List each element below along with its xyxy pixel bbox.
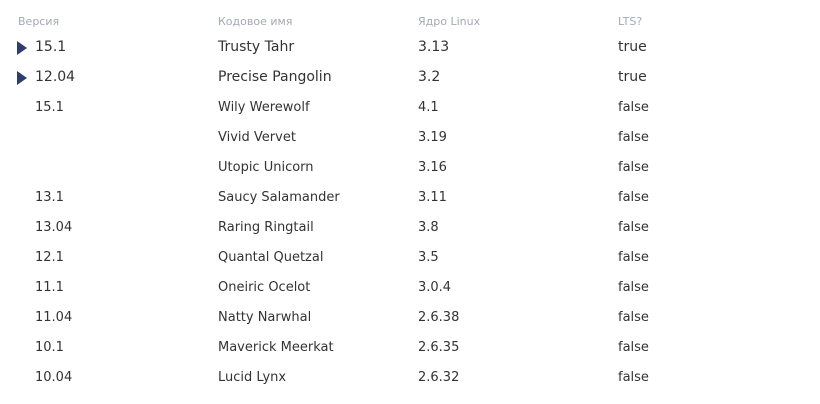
cell-lts: false <box>618 220 649 235</box>
table-row[interactable]: 10.1 Maverick Meerkat 2.6.35 false <box>0 333 820 363</box>
table-row[interactable]: 11.1 Oneiric Ocelot 3.0.4 false <box>0 273 820 303</box>
cell-kernel: 2.6.38 <box>418 310 460 325</box>
cell-version: 12.04 <box>35 69 76 85</box>
header-lts[interactable]: LTS? <box>618 15 642 29</box>
cell-codename: Utopic Unicorn <box>218 160 314 175</box>
cell-version: 11.04 <box>35 310 73 325</box>
cell-version: 10.04 <box>35 370 73 385</box>
cell-version: 10.1 <box>35 340 64 355</box>
table-row[interactable]: 12.1 Quantal Quetzal 3.5 false <box>0 243 820 273</box>
cell-codename: Vivid Vervet <box>218 130 296 145</box>
cell-codename: Wily Werewolf <box>218 100 310 115</box>
cell-kernel: 3.8 <box>418 220 439 235</box>
cell-lts: true <box>618 69 647 85</box>
header-version[interactable]: Версия <box>18 15 59 29</box>
cell-codename: Maverick Meerkat <box>218 340 334 355</box>
cell-lts: false <box>618 100 649 115</box>
cell-kernel: 3.0.4 <box>418 280 452 295</box>
table-row[interactable]: 12.04 Precise Pangolin 3.2 true <box>0 63 820 93</box>
table-body: 15.1 Trusty Tahr 3.13 true 12.04 Precise Pang… <box>0 33 820 393</box>
cell-codename: Precise Pangolin <box>218 69 332 85</box>
header-codename[interactable]: Кодовое имя <box>218 15 292 29</box>
cell-kernel: 3.19 <box>418 130 447 145</box>
table-row[interactable]: 15.1 Trusty Tahr 3.13 true <box>0 33 820 63</box>
cell-kernel: 3.16 <box>418 160 447 175</box>
cell-kernel: 2.6.35 <box>418 340 460 355</box>
cell-kernel: 3.11 <box>418 190 447 205</box>
cell-lts: false <box>618 190 649 205</box>
cell-codename: Natty Narwhal <box>218 310 312 325</box>
cell-codename: Lucid Lynx <box>218 370 287 385</box>
expand-arrow-icon[interactable] <box>17 71 27 85</box>
table-row[interactable]: 10.04 Lucid Lynx 2.6.32 false <box>0 363 820 393</box>
cell-version: 15.1 <box>35 39 67 55</box>
cell-kernel: 3.13 <box>418 39 450 55</box>
cell-lts: true <box>618 39 647 55</box>
cell-kernel: 4.1 <box>418 100 439 115</box>
cell-version: 15.1 <box>35 100 64 115</box>
cell-version: 12.1 <box>35 250 64 265</box>
cell-version: 13.04 <box>35 220 73 235</box>
cell-codename: Quantal Quetzal <box>218 250 324 265</box>
cell-codename: Oneiric Ocelot <box>218 280 311 295</box>
cell-codename: Trusty Tahr <box>218 39 295 55</box>
cell-version: 13.1 <box>35 190 64 205</box>
header-kernel[interactable]: Ядро Linux <box>418 15 480 29</box>
cell-lts: false <box>618 340 649 355</box>
cell-codename: Saucy Salamander <box>218 190 340 205</box>
ubuntu-releases-table: Версия Кодовое имя Ядро Linux LTS? 15.1 T… <box>0 0 820 404</box>
cell-kernel: 3.2 <box>418 69 441 85</box>
cell-kernel: 3.5 <box>418 250 439 265</box>
table-row[interactable]: Utopic Unicorn 3.16 false <box>0 153 820 183</box>
cell-lts: false <box>618 130 649 145</box>
cell-version: 11.1 <box>35 280 64 295</box>
table-row[interactable]: 13.04 Raring Ringtail 3.8 false <box>0 213 820 243</box>
table-row[interactable]: 11.04 Natty Narwhal 2.6.38 false <box>0 303 820 333</box>
cell-lts: false <box>618 280 649 295</box>
cell-lts: false <box>618 160 649 175</box>
cell-lts: false <box>618 310 649 325</box>
table-row[interactable]: 13.1 Saucy Salamander 3.11 false <box>0 183 820 213</box>
cell-kernel: 2.6.32 <box>418 370 460 385</box>
expand-arrow-icon[interactable] <box>17 41 27 55</box>
table-row[interactable]: Vivid Vervet 3.19 false <box>0 123 820 153</box>
cell-codename: Raring Ringtail <box>218 220 314 235</box>
cell-lts: false <box>618 250 649 265</box>
cell-lts: false <box>618 370 649 385</box>
table-row[interactable]: 15.1 Wily Werewolf 4.1 false <box>0 93 820 123</box>
